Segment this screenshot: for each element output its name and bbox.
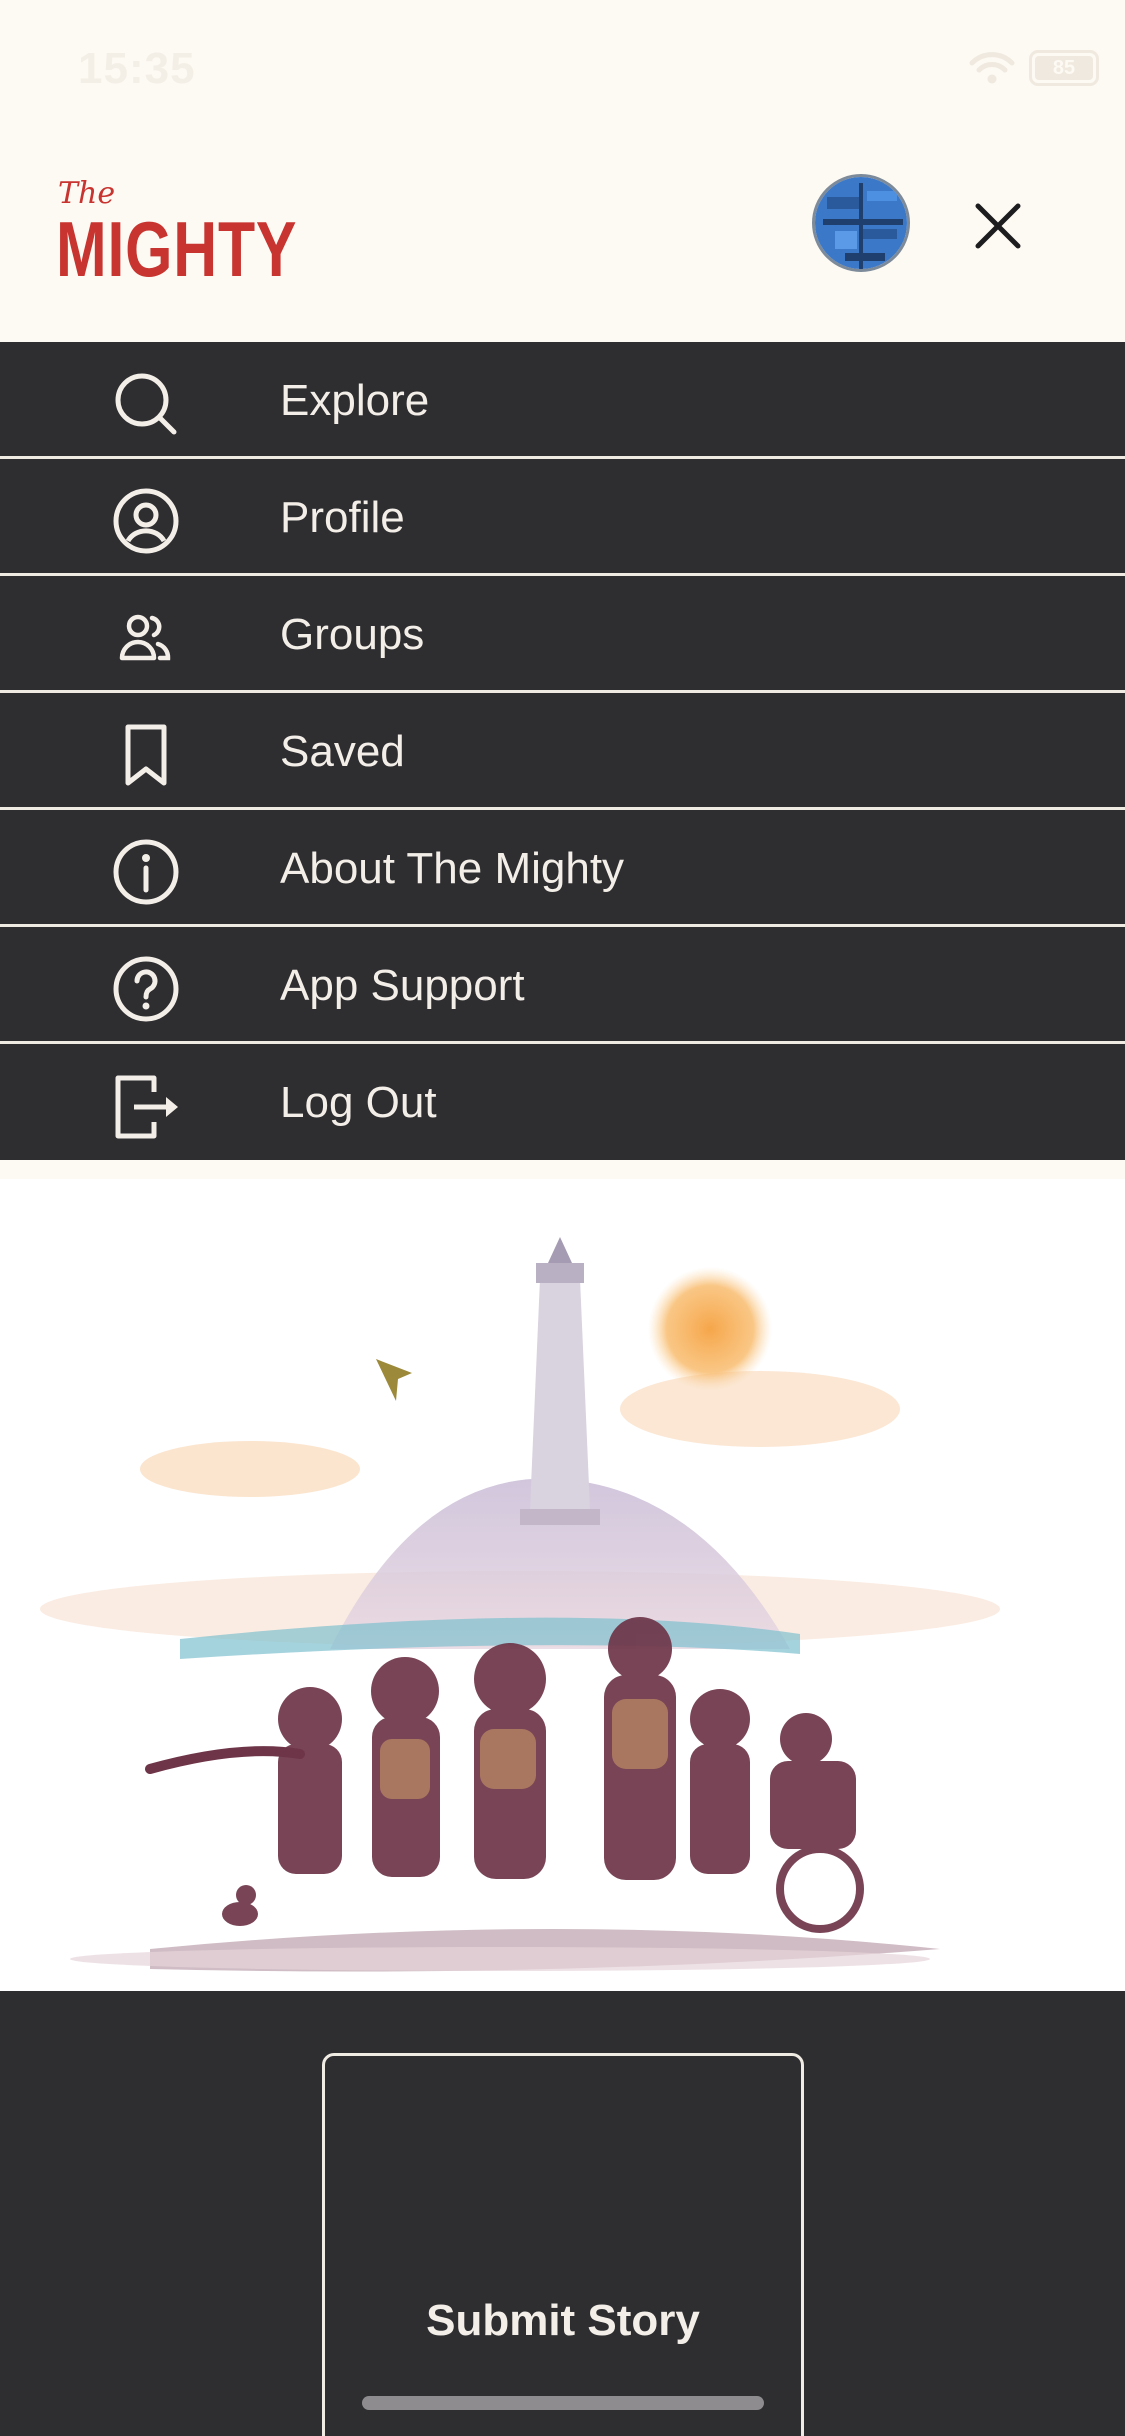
menu-label: App Support xyxy=(280,961,525,1010)
menu-label: Groups xyxy=(280,610,425,659)
menu-label: About The Mighty xyxy=(280,844,625,893)
menu-item-saved[interactable]: Saved xyxy=(0,693,1125,810)
menu-item-profile[interactable]: Profile xyxy=(0,459,1125,576)
menu-label: Log Out xyxy=(280,1078,437,1127)
app-screen: 15:35 85 The MIGHTY Explore Profile Grou… xyxy=(0,0,1125,2436)
app-header: The MIGHTY xyxy=(0,140,1125,342)
battery-icon: 85 xyxy=(1029,50,1099,86)
the-mighty-logo[interactable]: The MIGHTY xyxy=(56,176,296,293)
menu-label: Saved xyxy=(280,727,405,776)
submit-story-label: Submit Story xyxy=(426,2296,700,2345)
logo-mighty-text: MIGHTY xyxy=(56,205,298,293)
info-icon xyxy=(113,839,179,905)
side-menu: Explore Profile Groups Saved About The M… xyxy=(0,342,1125,1160)
logout-icon xyxy=(115,1075,178,1139)
community-lighthouse-illustration-icon xyxy=(40,1237,1000,1972)
community-illustration xyxy=(0,1179,1125,1991)
wifi-icon xyxy=(969,52,1015,84)
profile-icon xyxy=(113,488,179,554)
menu-item-about[interactable]: About The Mighty xyxy=(0,810,1125,927)
bottom-panel: Submit Story xyxy=(0,1991,1125,2436)
close-button[interactable] xyxy=(966,194,1030,258)
close-icon xyxy=(975,203,1021,249)
battery-level: 85 xyxy=(1035,56,1093,80)
groups-icon xyxy=(119,614,171,661)
status-icons: 85 xyxy=(969,50,1099,86)
menu-item-app-support[interactable]: App Support xyxy=(0,927,1125,1044)
search-icon xyxy=(115,373,177,435)
bookmark-icon xyxy=(125,724,167,786)
user-avatar-icon xyxy=(815,177,907,269)
menu-label: Profile xyxy=(280,493,405,542)
menu-label: Explore xyxy=(280,376,430,425)
status-bar: 15:35 85 xyxy=(0,0,1125,140)
home-indicator[interactable] xyxy=(362,2396,764,2410)
menu-item-log-out[interactable]: Log Out xyxy=(0,1044,1125,1160)
help-icon xyxy=(113,956,179,1022)
avatar[interactable] xyxy=(812,174,910,272)
menu-item-groups[interactable]: Groups xyxy=(0,576,1125,693)
menu-item-explore[interactable]: Explore xyxy=(0,342,1125,459)
status-time: 15:35 xyxy=(78,44,196,93)
submit-story-button[interactable]: Submit Story xyxy=(322,2053,804,2436)
